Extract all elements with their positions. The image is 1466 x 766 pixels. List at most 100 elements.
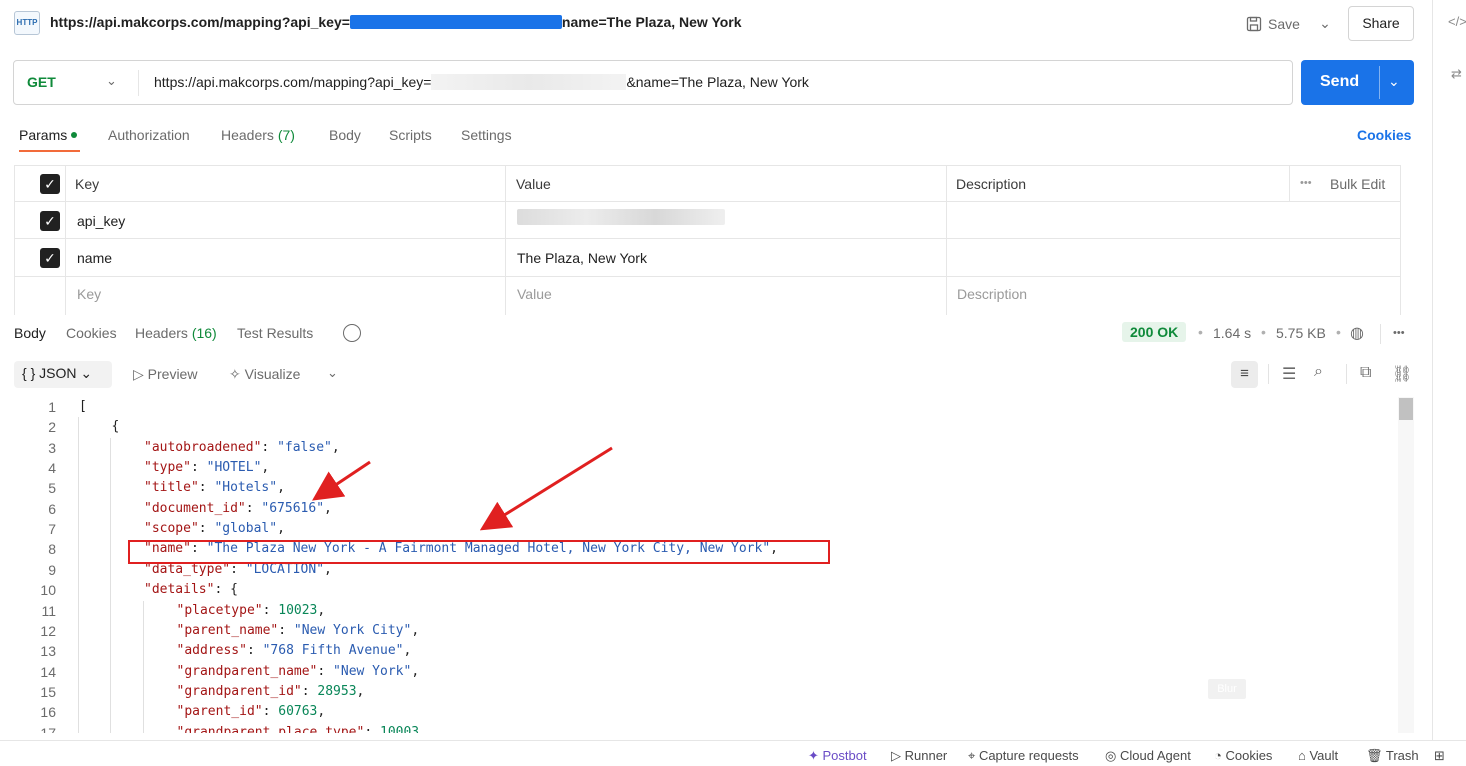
description-column-header: Description [956,176,1027,192]
code-token: : [198,480,215,496]
active-tab-underline [19,150,80,152]
http-request-icon: HTTP [14,11,40,35]
tab-authorization[interactable]: Authorization [108,127,190,143]
code-token: { [111,419,120,435]
param-key[interactable]: api_key [77,213,125,229]
capture-requests-button[interactable]: ⌖ Capture requests [968,748,1079,764]
http-method-select[interactable]: GET [27,74,56,90]
visualize-button[interactable]: ✧ Visualize [229,366,300,383]
preview-button[interactable]: ▷ Preview [133,366,197,383]
code-text: "scope": "global", [144,521,285,536]
response-headers-label: Headers [135,325,188,341]
response-tab-headers[interactable]: Headers (16) [135,325,217,341]
code-token: 10023 [278,602,318,618]
blur-tag[interactable]: Blur [1208,679,1246,699]
url-prefix: https://api.makcorps.com/mapping?api_key… [154,74,432,90]
bulk-edit-button[interactable]: Bulk Edit [1330,176,1385,192]
send-label[interactable]: Send [1320,73,1359,91]
history-icon[interactable] [343,324,361,342]
param-value[interactable]: The Plaza, New York [517,250,647,266]
cookies-button[interactable]: ◔ Cookies [1214,748,1272,763]
response-tab-cookies[interactable]: Cookies [66,325,117,341]
status-badge[interactable]: 200 OK [1122,322,1187,342]
related-collections-icon[interactable]: ⇄ [1451,66,1462,82]
layout-toggle-icon[interactable]: ⊞ [1434,748,1445,764]
runner-button[interactable]: ▷ Runner [891,748,947,764]
save-button[interactable]: Save [1246,13,1300,35]
scrollbar[interactable] [1398,397,1414,733]
trash-label: Trash [1385,748,1419,763]
wrap-lines-icon[interactable]: ≡ [1231,361,1258,388]
tab-params[interactable]: Params [19,127,78,143]
code-text: "title": "Hotels", [144,480,285,495]
search-icon[interactable]: ⌕ [1314,363,1323,381]
response-tab-test-results[interactable]: Test Results [237,325,313,341]
select-all-checkbox[interactable]: ✓ [40,174,60,194]
share-button[interactable]: Share [1348,6,1414,41]
postbot-button[interactable]: ✦ Postbot [808,748,867,764]
code-text: "grandparent_place_type": 10003, [177,725,427,733]
tab-settings[interactable]: Settings [461,127,512,143]
save-options-chevron-icon[interactable]: ⌄ [1313,12,1337,36]
new-key-input[interactable]: Key [77,286,101,302]
tab-body[interactable]: Body [329,127,361,143]
code-token: , [411,622,420,638]
scrollbar-thumb[interactable] [1399,398,1413,420]
line-number: 11 [41,602,56,619]
code-text: "parent_name": "New York City", [177,623,420,638]
response-body-editor[interactable]: 1[2{3 "autobroadened": "false", 4 "type": "… [0,397,1398,733]
new-value-input[interactable]: Value [517,286,552,302]
response-time[interactable]: 1.64 s [1213,325,1251,341]
code-token: "parent_name" [176,622,279,638]
send-options-chevron-icon[interactable]: ⌄ [1388,73,1400,90]
code-token: 10003 [380,724,420,733]
format-select-label[interactable]: { } JSON ⌄ [22,365,92,382]
redacted-api-key [431,74,627,90]
tab-scripts[interactable]: Scripts [389,127,432,143]
code-text: "type": "HOTEL", [144,460,269,475]
url-input[interactable]: https://api.makcorps.com/mapping?api_key… [154,74,809,90]
trash-button[interactable]: 🗑 Trash [1366,748,1419,764]
cloud-agent-button[interactable]: ◎ Cloud Agent [1105,748,1191,764]
response-tab-body[interactable]: Body [14,325,46,341]
annotation-arrows [312,446,613,531]
copy-icon[interactable]: ⧉ [1360,364,1371,382]
line-number: 15 [40,683,56,700]
param-enabled-checkbox[interactable]: ✓ [40,211,60,231]
runner-label: Runner [904,748,948,763]
cookies-link[interactable]: Cookies [1357,127,1411,143]
response-size[interactable]: 5.75 KB [1276,325,1326,341]
more-options-icon[interactable]: ••• [1393,327,1405,339]
response-headers-count: (16) [191,325,217,341]
code-token: "title" [144,480,199,496]
chevron-down-icon[interactable]: ⌄ [106,73,117,89]
format-value: JSON [39,365,77,381]
tab-params-label: Params [19,127,68,143]
code-token: : [317,663,334,679]
param-enabled-checkbox[interactable]: ✓ [40,248,60,268]
param-key[interactable]: name [77,250,112,266]
code-snippet-icon[interactable]: </> [1448,14,1466,29]
preview-label: Preview [147,366,198,382]
filter-icon[interactable]: ☰ [1282,364,1296,384]
annotation-arrow [312,460,371,501]
code-token: "grandparent_id" [176,683,302,699]
line-number: 10 [40,582,56,599]
new-description-input[interactable]: Description [957,286,1027,302]
indent-guide [143,600,144,733]
code-token: : [278,622,294,638]
redacted-api-key[interactable] [517,209,725,225]
request-title-prefix: https://api.makcorps.com/mapping?api_key… [50,14,350,30]
request-title[interactable]: https://api.makcorps.com/mapping?api_key… [50,14,742,30]
network-globe-icon[interactable]: ◍ [1350,323,1364,343]
indent-guide [78,417,79,733]
tab-headers[interactable]: Headers (7) [221,127,295,143]
code-text: "placetype": 10023, [177,603,326,618]
more-options-icon[interactable]: ••• [1300,177,1312,189]
code-token: "768 Fifth Avenue" [262,643,404,659]
vault-button[interactable]: ⌂ Vault [1298,748,1338,763]
value-column-header: Value [516,176,551,192]
chevron-down-icon[interactable]: ⌄ [327,365,338,381]
link-icon[interactable]: ⛓ [1392,364,1412,384]
line-number: 2 [48,419,56,436]
